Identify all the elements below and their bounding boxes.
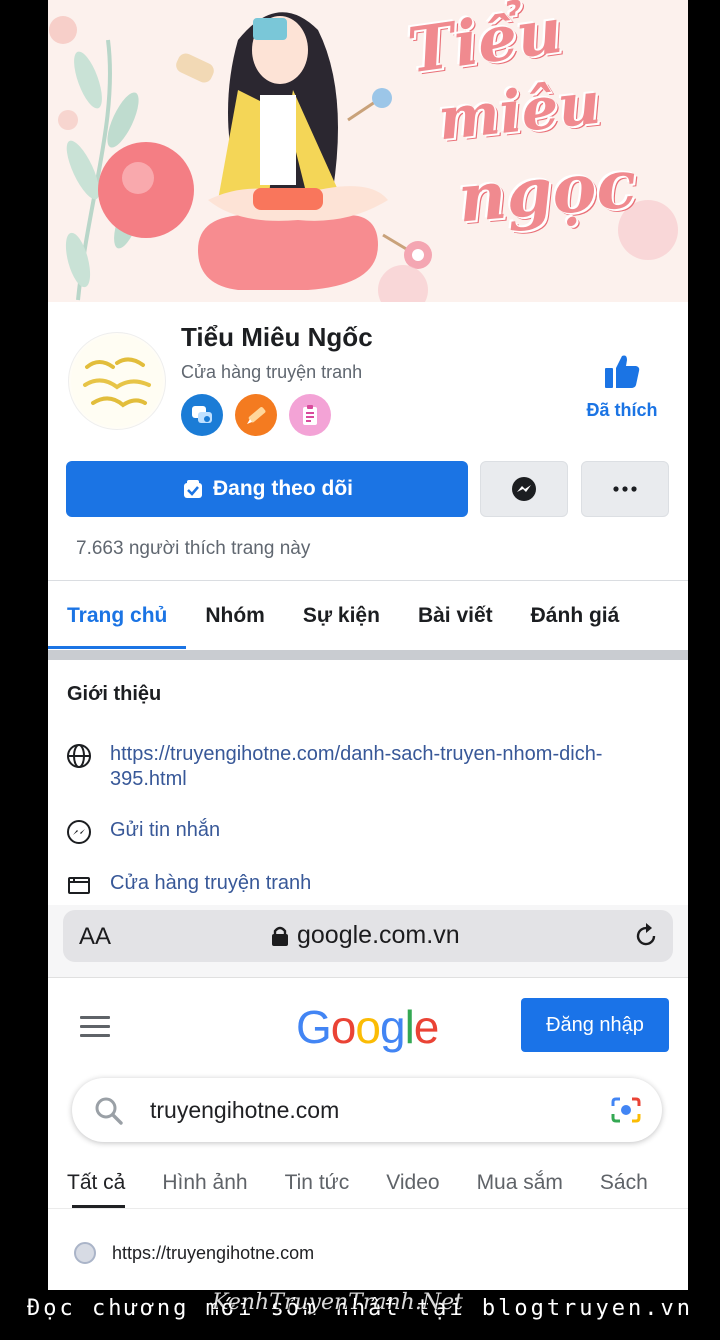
following-check-icon <box>184 480 202 498</box>
ellipsis-icon <box>613 486 637 492</box>
search-icon <box>95 1097 123 1125</box>
text-size-button[interactable]: AA <box>79 923 111 951</box>
logo-letter: g <box>379 1001 406 1053</box>
cover-title-line-2: miêu <box>434 68 604 154</box>
cover-photo: Tiểu miêu ngọc <box>48 0 688 302</box>
tab-video[interactable]: Video <box>367 1162 457 1208</box>
google-page: Google Đăng nhập truyengihotne.com Tất c… <box>48 977 688 1290</box>
more-options-button[interactable] <box>581 461 669 517</box>
logo-letter: o <box>330 1001 357 1053</box>
watermark-signature: KenhTruyenTranh.Net <box>212 1290 463 1315</box>
cover-title-line-1: Tiểu <box>403 0 567 88</box>
intro-category-row[interactable]: Cửa hàng truyện tranh <box>66 871 650 898</box>
likes-count: 7.663 người thích trang này <box>76 538 311 559</box>
google-search-box[interactable]: truyengihotne.com <box>72 1078 662 1142</box>
logo-letter: e <box>413 1001 440 1053</box>
browser-address-bar: AA google.com.vn <box>48 905 688 977</box>
page-name: Tiểu Miêu Ngốc <box>181 322 373 352</box>
following-button[interactable]: Đang theo dõi <box>66 461 468 517</box>
reload-icon[interactable] <box>633 922 659 950</box>
phone-screen: Tiểu miêu ngọc Tiểu Miêu Ngốc Cửa hàng t… <box>48 0 688 1290</box>
google-result-tabs: Tất cả Hình ảnh Tin tức Video Mua sắm Sá… <box>48 1162 688 1209</box>
menu-icon[interactable] <box>80 1016 110 1038</box>
intro-title: Giới thiệu <box>67 683 162 705</box>
cover-title-line-3: ngọc <box>454 144 640 238</box>
domain-text: google.com.vn <box>297 921 460 949</box>
globe-icon <box>67 744 91 768</box>
page-profile-header: Tiểu Miêu Ngốc Cửa hàng truyện tranh Đã … <box>48 302 688 580</box>
result-url[interactable]: https://truyengihotne.com <box>112 1243 314 1264</box>
liked-label: Đã thích <box>586 400 658 420</box>
logo-letter: l <box>404 1001 415 1053</box>
following-label: Đang theo dõi <box>213 477 353 500</box>
page-tabs: Trang chủ Nhóm Sự kiện Bài viết Đánh giá <box>48 580 688 650</box>
tab-books[interactable]: Sách <box>581 1162 666 1208</box>
tab-reviews[interactable]: Đánh giá <box>512 581 639 651</box>
tab-images[interactable]: Hình ảnh <box>143 1162 265 1208</box>
tab-news[interactable]: Tin tức <box>266 1162 368 1208</box>
clipboard-badge-icon[interactable] <box>289 394 331 436</box>
messenger-button[interactable] <box>480 461 568 517</box>
tab-groups[interactable]: Nhóm <box>186 581 284 651</box>
storefront-icon <box>68 877 90 894</box>
tab-shopping[interactable]: Mua sắm <box>458 1162 581 1208</box>
page-category: Cửa hàng truyện tranh <box>181 362 363 382</box>
lock-icon <box>272 926 288 946</box>
badge-row <box>181 394 331 436</box>
pencil-badge-icon[interactable] <box>235 394 277 436</box>
url-field[interactable]: AA google.com.vn <box>63 910 673 962</box>
logo-letter: o <box>355 1001 381 1053</box>
sign-in-button[interactable]: Đăng nhập <box>521 998 669 1052</box>
thumbs-up-icon <box>605 355 640 388</box>
google-logo[interactable]: Google <box>296 1000 440 1054</box>
tab-all[interactable]: Tất cả <box>48 1162 143 1208</box>
search-result[interactable]: https://truyengihotne.com <box>74 1242 314 1264</box>
intro-section: Giới thiệu https://truyengihotne.com/dan… <box>48 660 688 910</box>
logo-letter: G <box>296 1001 332 1053</box>
intro-message-row[interactable]: Gửi tin nhắn <box>66 818 650 845</box>
messenger-icon <box>512 477 536 501</box>
intro-website-row[interactable]: https://truyengihotne.com/danh-sach-truy… <box>66 742 650 792</box>
search-query[interactable]: truyengihotne.com <box>150 1097 339 1124</box>
url-domain: google.com.vn <box>271 921 460 950</box>
messenger-outline-icon <box>67 820 91 844</box>
tab-posts[interactable]: Bài viết <box>399 581 512 651</box>
chat-badge-icon[interactable] <box>181 394 223 436</box>
section-divider <box>48 650 688 660</box>
tab-events[interactable]: Sự kiện <box>284 581 399 651</box>
website-link[interactable]: https://truyengihotne.com/danh-sach-truy… <box>110 742 650 792</box>
globe-favicon-icon <box>74 1242 96 1264</box>
liked-button[interactable]: Đã thích <box>576 352 668 421</box>
cover-script-title: Tiểu miêu ngọc <box>348 0 688 302</box>
avatar-logo <box>71 335 163 427</box>
category-link[interactable]: Cửa hàng truyện tranh <box>110 871 650 896</box>
page-avatar[interactable] <box>68 332 166 430</box>
send-message-link[interactable]: Gửi tin nhắn <box>110 818 650 843</box>
google-lens-icon <box>611 1097 641 1123</box>
tab-home[interactable]: Trang chủ <box>48 581 187 651</box>
